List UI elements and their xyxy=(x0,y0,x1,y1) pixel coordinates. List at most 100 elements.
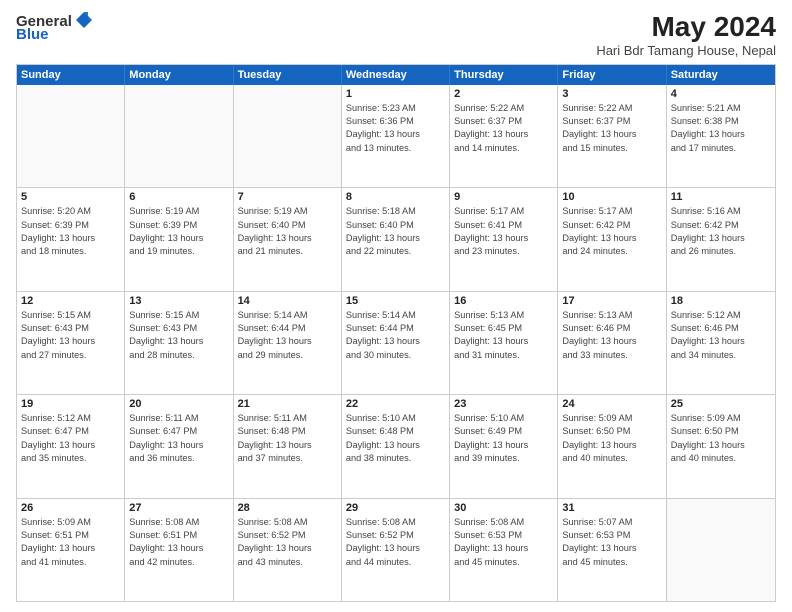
day-number: 30 xyxy=(454,502,553,514)
cell-info-line: and 38 minutes. xyxy=(346,452,445,465)
day-number: 31 xyxy=(562,502,661,514)
cell-info-line: Daylight: 13 hours xyxy=(454,335,553,348)
calendar-cell: 16Sunrise: 5:13 AMSunset: 6:45 PMDayligh… xyxy=(450,292,558,394)
cell-info-line: Daylight: 13 hours xyxy=(671,232,771,245)
cell-info-line: Daylight: 13 hours xyxy=(562,542,661,555)
calendar-cell: 27Sunrise: 5:08 AMSunset: 6:51 PMDayligh… xyxy=(125,499,233,601)
cell-info-line: and 42 minutes. xyxy=(129,556,228,569)
cell-info-line: Daylight: 13 hours xyxy=(21,439,120,452)
cell-info-line: and 37 minutes. xyxy=(238,452,337,465)
cell-info-line: Sunset: 6:40 PM xyxy=(238,219,337,232)
cell-info-line: Sunrise: 5:08 AM xyxy=(346,516,445,529)
cell-info-line: Sunset: 6:36 PM xyxy=(346,115,445,128)
cell-info-line: Daylight: 13 hours xyxy=(129,232,228,245)
cell-info-line: and 21 minutes. xyxy=(238,245,337,258)
weekday-header: Thursday xyxy=(450,65,558,85)
cell-info-line: Daylight: 13 hours xyxy=(238,542,337,555)
cell-info-line: Sunset: 6:49 PM xyxy=(454,425,553,438)
calendar-cell: 12Sunrise: 5:15 AMSunset: 6:43 PMDayligh… xyxy=(17,292,125,394)
cell-info-line: and 45 minutes. xyxy=(454,556,553,569)
weekday-header: Saturday xyxy=(667,65,775,85)
cell-info-line: Sunset: 6:40 PM xyxy=(346,219,445,232)
cell-info-line: Sunrise: 5:11 AM xyxy=(238,412,337,425)
cell-info-line: Sunset: 6:38 PM xyxy=(671,115,771,128)
cell-info-line: and 14 minutes. xyxy=(454,142,553,155)
calendar-cell: 10Sunrise: 5:17 AMSunset: 6:42 PMDayligh… xyxy=(558,188,666,290)
month-year: May 2024 xyxy=(596,12,776,43)
cell-info-line: Daylight: 13 hours xyxy=(671,128,771,141)
day-number: 21 xyxy=(238,398,337,410)
cell-info-line: Daylight: 13 hours xyxy=(562,335,661,348)
calendar-row: 12Sunrise: 5:15 AMSunset: 6:43 PMDayligh… xyxy=(17,292,775,395)
calendar-cell: 11Sunrise: 5:16 AMSunset: 6:42 PMDayligh… xyxy=(667,188,775,290)
day-number: 6 xyxy=(129,191,228,203)
calendar-cell: 23Sunrise: 5:10 AMSunset: 6:49 PMDayligh… xyxy=(450,395,558,497)
cell-info-line: and 15 minutes. xyxy=(562,142,661,155)
cell-info-line: Sunrise: 5:14 AM xyxy=(346,309,445,322)
cell-info-line: and 43 minutes. xyxy=(238,556,337,569)
cell-info-line: Sunrise: 5:10 AM xyxy=(346,412,445,425)
calendar-cell: 25Sunrise: 5:09 AMSunset: 6:50 PMDayligh… xyxy=(667,395,775,497)
logo-blue: Blue xyxy=(16,26,49,43)
cell-info-line: Daylight: 13 hours xyxy=(454,439,553,452)
calendar-cell xyxy=(125,85,233,187)
cell-info-line: and 28 minutes. xyxy=(129,349,228,362)
cell-info-line: Sunrise: 5:08 AM xyxy=(129,516,228,529)
cell-info-line: Sunrise: 5:16 AM xyxy=(671,205,771,218)
cell-info-line: Daylight: 13 hours xyxy=(346,542,445,555)
cell-info-line: Sunrise: 5:15 AM xyxy=(129,309,228,322)
day-number: 9 xyxy=(454,191,553,203)
cell-info-line: and 40 minutes. xyxy=(671,452,771,465)
day-number: 25 xyxy=(671,398,771,410)
calendar-cell: 26Sunrise: 5:09 AMSunset: 6:51 PMDayligh… xyxy=(17,499,125,601)
calendar-row: 19Sunrise: 5:12 AMSunset: 6:47 PMDayligh… xyxy=(17,395,775,498)
calendar-cell xyxy=(667,499,775,601)
calendar-body: 1Sunrise: 5:23 AMSunset: 6:36 PMDaylight… xyxy=(17,85,775,601)
day-number: 29 xyxy=(346,502,445,514)
cell-info-line: Sunset: 6:37 PM xyxy=(454,115,553,128)
calendar-cell: 21Sunrise: 5:11 AMSunset: 6:48 PMDayligh… xyxy=(234,395,342,497)
calendar-cell: 1Sunrise: 5:23 AMSunset: 6:36 PMDaylight… xyxy=(342,85,450,187)
cell-info-line: and 39 minutes. xyxy=(454,452,553,465)
calendar-cell xyxy=(17,85,125,187)
day-number: 20 xyxy=(129,398,228,410)
cell-info-line: Sunrise: 5:17 AM xyxy=(562,205,661,218)
cell-info-line: Sunset: 6:53 PM xyxy=(454,529,553,542)
cell-info-line: Sunrise: 5:09 AM xyxy=(562,412,661,425)
weekday-header: Tuesday xyxy=(234,65,342,85)
cell-info-line: Daylight: 13 hours xyxy=(238,232,337,245)
cell-info-line: Daylight: 13 hours xyxy=(346,128,445,141)
cell-info-line: Sunrise: 5:18 AM xyxy=(346,205,445,218)
cell-info-line: Sunset: 6:44 PM xyxy=(238,322,337,335)
day-number: 23 xyxy=(454,398,553,410)
cell-info-line: Sunrise: 5:08 AM xyxy=(454,516,553,529)
calendar-cell: 29Sunrise: 5:08 AMSunset: 6:52 PMDayligh… xyxy=(342,499,450,601)
day-number: 3 xyxy=(562,88,661,100)
cell-info-line: Sunrise: 5:20 AM xyxy=(21,205,120,218)
day-number: 13 xyxy=(129,295,228,307)
calendar-row: 1Sunrise: 5:23 AMSunset: 6:36 PMDaylight… xyxy=(17,85,775,188)
cell-info-line: and 29 minutes. xyxy=(238,349,337,362)
cell-info-line: Sunset: 6:43 PM xyxy=(129,322,228,335)
cell-info-line: Sunrise: 5:14 AM xyxy=(238,309,337,322)
cell-info-line: Sunrise: 5:22 AM xyxy=(562,102,661,115)
day-number: 2 xyxy=(454,88,553,100)
cell-info-line: Sunset: 6:42 PM xyxy=(671,219,771,232)
weekday-header: Wednesday xyxy=(342,65,450,85)
cell-info-line: Sunrise: 5:22 AM xyxy=(454,102,553,115)
day-number: 17 xyxy=(562,295,661,307)
day-number: 18 xyxy=(671,295,771,307)
calendar-cell: 18Sunrise: 5:12 AMSunset: 6:46 PMDayligh… xyxy=(667,292,775,394)
day-number: 8 xyxy=(346,191,445,203)
cell-info-line: Daylight: 13 hours xyxy=(21,542,120,555)
calendar-cell: 5Sunrise: 5:20 AMSunset: 6:39 PMDaylight… xyxy=(17,188,125,290)
calendar-cell: 13Sunrise: 5:15 AMSunset: 6:43 PMDayligh… xyxy=(125,292,233,394)
cell-info-line: Sunrise: 5:17 AM xyxy=(454,205,553,218)
cell-info-line: Sunrise: 5:13 AM xyxy=(562,309,661,322)
calendar-cell: 17Sunrise: 5:13 AMSunset: 6:46 PMDayligh… xyxy=(558,292,666,394)
cell-info-line: Sunset: 6:50 PM xyxy=(562,425,661,438)
cell-info-line: Sunset: 6:44 PM xyxy=(346,322,445,335)
cell-info-line: Daylight: 13 hours xyxy=(562,439,661,452)
cell-info-line: Sunset: 6:51 PM xyxy=(129,529,228,542)
cell-info-line: Sunset: 6:47 PM xyxy=(129,425,228,438)
